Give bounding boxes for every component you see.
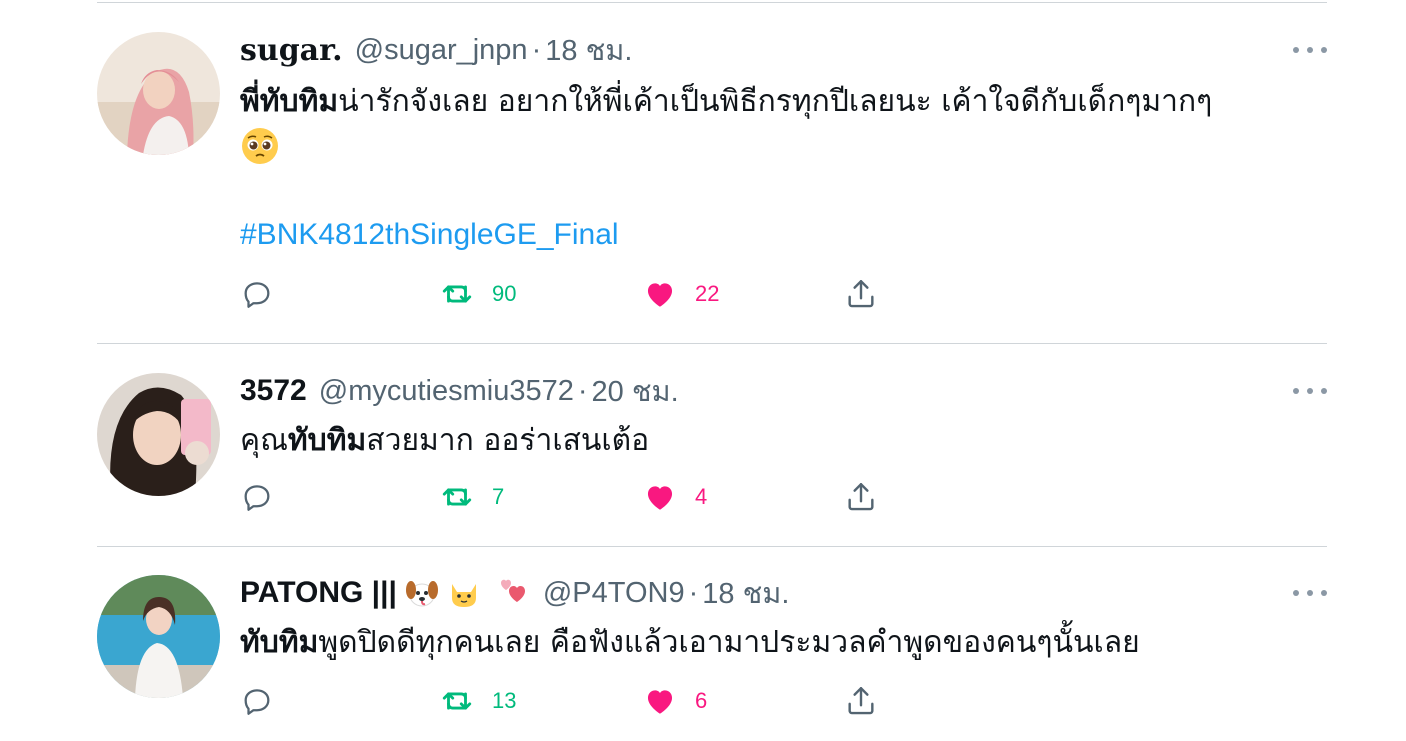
like-button[interactable]: 6 — [643, 681, 707, 721]
retweet-count: 13 — [492, 688, 517, 713]
tweet-text-bold: พี่ทับทิม — [240, 84, 339, 119]
tweet-text-rest: น่ารักจังเลย อยากให้พี่เค้าเป็นพิธีกรทุก… — [338, 84, 1213, 119]
tweet-text-bold: ทับทิม — [287, 423, 367, 458]
user-handle[interactable]: @sugar_jnpn — [355, 34, 528, 67]
divider — [97, 2, 1327, 3]
retweet-button[interactable]: 13 — [440, 681, 516, 721]
display-name[interactable]: PATONG ||| — [240, 576, 397, 610]
dog-face-emoji — [405, 576, 439, 610]
tweet-actions: 90 22 — [240, 274, 900, 314]
tweet-text: คุณทับทิมสวยมาก ออร่าเสนเต้อ — [240, 419, 649, 463]
reply-button[interactable] — [240, 274, 274, 314]
tweet[interactable]: 3572 @mycutiesmiu3572 · 20 ชม. คุณทับทิม… — [97, 373, 1327, 523]
tweet-text: พี่ทับทิมน่ารักจังเลย อยากให้พี่เค้าเป็น… — [240, 80, 1212, 124]
timestamp[interactable]: 20 ชม. — [592, 368, 679, 414]
hashtag-link[interactable]: #BNK4812thSingleGE_Final — [240, 218, 619, 252]
retweet-count: 7 — [492, 484, 505, 509]
tweet-actions: 7 4 — [240, 477, 900, 517]
like-button[interactable]: 22 — [643, 274, 719, 314]
retweet-icon — [442, 488, 472, 506]
tweet-text-bold: ทับทิม — [240, 625, 319, 660]
tweet-text: ทับทิมพูดปิดดีทุกคนเลย คือฟังแล้วเอามาปร… — [240, 621, 1140, 665]
tweet-header: 3572 @mycutiesmiu3572 · 20 ชม. — [240, 373, 679, 409]
tweet-text-prefix: คุณ — [240, 423, 288, 458]
tweet-header: sugar. @sugar_jnpn · 18 ชม. — [240, 32, 632, 68]
avatar[interactable] — [97, 32, 220, 155]
separator: · — [531, 33, 542, 66]
share-button[interactable] — [844, 681, 878, 721]
user-handle[interactable]: @P4TON9 — [543, 577, 685, 610]
heart-icon — [647, 283, 673, 307]
avatar[interactable] — [97, 373, 220, 496]
retweet-icon — [442, 285, 472, 303]
divider — [97, 343, 1327, 344]
two-hearts-emoji — [497, 576, 531, 610]
retweet-button[interactable]: 7 — [440, 477, 504, 517]
share-button[interactable] — [844, 477, 878, 517]
tweet-text-rest: สวยมาก ออร่าเสนเต้อ — [366, 423, 650, 458]
tweet-text-rest: พูดปิดดีทุกคนเลย คือฟังแล้วเอามาประมวลคำ… — [318, 625, 1140, 660]
share-button[interactable] — [844, 274, 878, 314]
display-name[interactable]: sugar. — [240, 33, 343, 68]
like-count: 4 — [695, 484, 708, 509]
separator: · — [577, 374, 588, 407]
timestamp[interactable]: 18 ชม. — [545, 27, 632, 73]
retweet-icon — [442, 692, 472, 710]
heart-icon — [647, 486, 673, 510]
timestamp[interactable]: 18 ชม. — [702, 570, 789, 616]
share-icon — [848, 687, 874, 715]
like-count: 6 — [695, 688, 708, 713]
cat-face-emoji — [447, 576, 481, 610]
reply-icon — [244, 689, 270, 715]
pleading-face-emoji — [240, 126, 280, 166]
reply-icon — [244, 282, 270, 308]
tweet[interactable]: sugar. @sugar_jnpn · 18 ชม. พี่ทับทิมน่า… — [97, 32, 1327, 322]
tweet[interactable]: PATONG ||| @P4TON9 · 18 ชม. ทับทิมพูดปิด… — [97, 575, 1327, 735]
reply-icon — [244, 485, 270, 511]
retweet-button[interactable]: 90 — [440, 274, 516, 314]
timeline-feed: sugar. @sugar_jnpn · 18 ชม. พี่ทับทิมน่า… — [97, 0, 1327, 741]
reply-button[interactable] — [240, 477, 274, 517]
share-icon — [848, 280, 874, 308]
retweet-count: 90 — [492, 281, 517, 306]
share-icon — [848, 483, 874, 511]
heart-icon — [647, 690, 673, 714]
like-button[interactable]: 4 — [643, 477, 707, 517]
tweet-header: PATONG ||| @P4TON9 · 18 ชม. — [240, 575, 789, 611]
like-count: 22 — [695, 281, 720, 306]
more-icon[interactable] — [1293, 40, 1327, 60]
avatar[interactable] — [97, 575, 220, 698]
more-icon[interactable] — [1293, 381, 1327, 401]
display-name[interactable]: 3572 — [240, 374, 307, 408]
user-handle[interactable]: @mycutiesmiu3572 — [319, 375, 574, 408]
separator: · — [688, 576, 699, 609]
more-icon[interactable] — [1293, 583, 1327, 603]
tweet-actions: 13 6 — [240, 681, 900, 721]
divider — [97, 546, 1327, 547]
reply-button[interactable] — [240, 681, 274, 721]
